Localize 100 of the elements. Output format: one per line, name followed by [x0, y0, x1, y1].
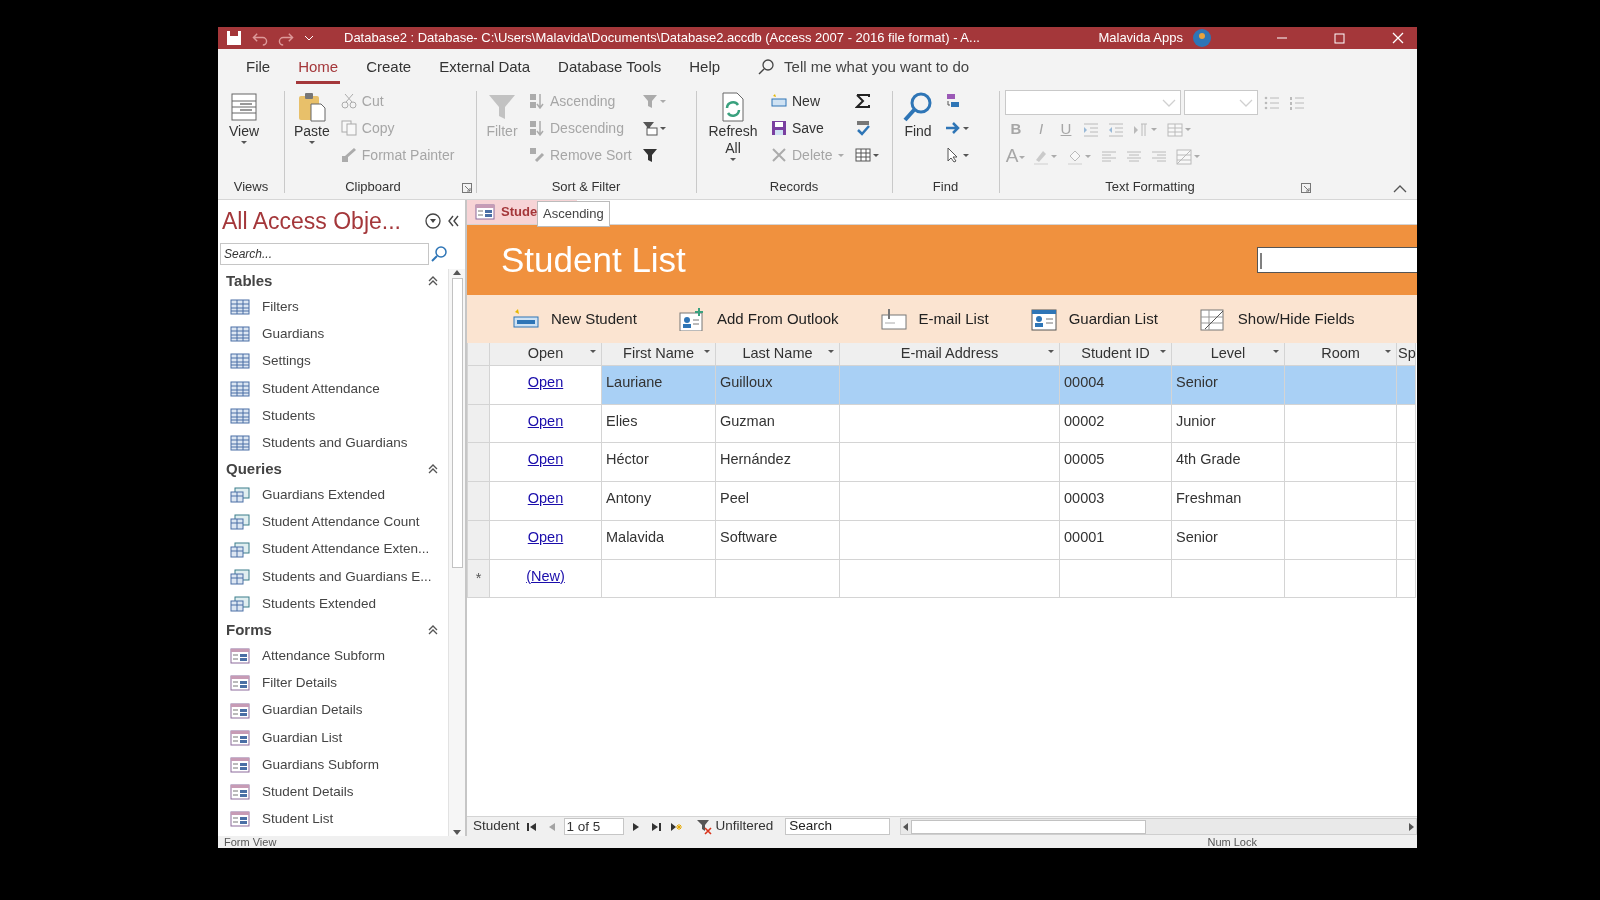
contact-card-icon: [678, 307, 705, 331]
menu-tab[interactable]: Help: [675, 51, 735, 83]
nav-item[interactable]: Student Attendance: [218, 375, 448, 403]
search-field[interactable]: [1257, 247, 1417, 273]
nav-item[interactable]: Student List: [218, 805, 448, 833]
column-header[interactable]: Room: [1284, 343, 1397, 366]
nav-item[interactable]: Students and Guardians: [218, 429, 448, 457]
ribbon-button[interactable]: Find: [898, 89, 938, 142]
menu-tab[interactable]: File: [232, 51, 285, 83]
row-selector[interactable]: *: [467, 559, 490, 598]
menu-tab[interactable]: External Data: [425, 51, 545, 83]
tell-me-field[interactable]: Tell me what you want to do: [782, 54, 1043, 80]
open-link[interactable]: Open: [527, 490, 564, 506]
row-selector[interactable]: [467, 481, 490, 521]
ribbon-button[interactable]: Paste: [290, 89, 334, 147]
column-header[interactable]: First Name: [601, 343, 716, 366]
ribbon-button[interactable]: Save: [768, 116, 849, 140]
menu-tab[interactable]: Create: [352, 51, 426, 83]
caret-icon: [307, 139, 316, 145]
section-header[interactable]: Queries: [218, 456, 448, 482]
arrow-icon: [945, 120, 961, 136]
ribbon-button[interactable]: Refresh All: [702, 89, 764, 164]
scrollbar[interactable]: [900, 818, 1417, 835]
column-header[interactable]: E-mail Address: [839, 343, 1060, 366]
scrollbar[interactable]: [448, 268, 465, 836]
filter-button[interactable]: Unfiltered: [693, 816, 776, 836]
nav-item[interactable]: Student Attendance Count: [218, 508, 448, 536]
chevron-icon: [1239, 98, 1253, 107]
nav-item[interactable]: Students Extended: [218, 590, 448, 618]
toolbar-button[interactable]: Show/Hide Fields: [1193, 306, 1361, 332]
new-record-icon: [771, 93, 787, 109]
nav-item[interactable]: Settings: [218, 347, 448, 376]
new-record-icon: [513, 307, 539, 331]
row-selector[interactable]: [467, 404, 490, 443]
new-record-icon: [669, 821, 682, 832]
caret-icon: [1184, 127, 1192, 132]
toolbar-button[interactable]: New Student: [507, 306, 643, 332]
select-all-corner[interactable]: [467, 343, 490, 366]
collapse-icon: [1393, 185, 1407, 193]
nav-item[interactable]: Filter Details: [218, 669, 448, 697]
arrow-down-icon: [452, 829, 462, 836]
menu-tab[interactable]: Home: [284, 51, 353, 83]
open-link[interactable]: Open: [527, 373, 564, 390]
form-icon: [230, 648, 250, 665]
toolbar-button[interactable]: E-mail List: [874, 306, 995, 332]
row-selector[interactable]: [467, 520, 490, 559]
query-icon: [230, 514, 250, 531]
section-header[interactable]: Tables: [218, 268, 448, 294]
column-header[interactable]: Sp: [1396, 343, 1416, 366]
funnel-icon: [641, 147, 658, 163]
toolbar-button[interactable]: Guardian List: [1024, 306, 1164, 332]
tooltip: Ascending: [537, 201, 610, 227]
dropdown-icon: [425, 213, 441, 230]
caret-icon: [729, 156, 737, 162]
group-label: Views: [232, 178, 270, 196]
column-header[interactable]: Open: [489, 343, 602, 366]
nav-item[interactable]: Filters: [218, 293, 448, 321]
row-selector[interactable]: [467, 442, 490, 482]
first-record-icon: [525, 821, 538, 832]
table-icon: [230, 407, 250, 424]
table-cell: Malavida: [601, 520, 716, 559]
caret-icon: [962, 125, 970, 131]
collapse-icon: [447, 214, 459, 229]
ribbon-button[interactable]: New: [768, 89, 849, 113]
open-link[interactable]: Open: [527, 412, 564, 429]
caret-icon: [304, 35, 314, 41]
record-position-field[interactable]: 1 of 5: [563, 818, 624, 835]
column-header[interactable]: Level: [1171, 343, 1285, 366]
table-cell: Senior: [1171, 365, 1285, 404]
nav-item[interactable]: Attendance Subform: [218, 642, 448, 670]
nav-item[interactable]: Guardian Details: [218, 696, 448, 725]
open-link[interactable]: (New): [526, 567, 565, 584]
group-label: Text Formatting: [1104, 178, 1196, 196]
column-header[interactable]: Student ID: [1059, 343, 1172, 366]
toolbar-button[interactable]: Add From Outlook: [672, 306, 845, 332]
open-link[interactable]: Open: [527, 451, 564, 468]
form-icon: [475, 204, 495, 220]
nav-item[interactable]: Guardians Extended: [218, 481, 448, 509]
table-cell: 00001: [1059, 520, 1172, 559]
row-selector[interactable]: [467, 365, 490, 404]
ribbon-button[interactable]: View: [224, 89, 264, 147]
nav-item[interactable]: Guardian List: [218, 724, 448, 752]
nav-item[interactable]: Students: [218, 402, 448, 430]
nav-item[interactable]: Guardians Subform: [218, 751, 448, 779]
nav-item[interactable]: Students and Guardians E...: [218, 563, 448, 591]
nav-item[interactable]: Student Attendance Exten...: [218, 536, 448, 564]
nav-item[interactable]: Guardians: [218, 320, 448, 348]
arrow-right-icon: [1406, 821, 1416, 832]
search-icon: [431, 245, 447, 262]
column-header[interactable]: Last Name: [715, 343, 840, 366]
table-cell: 00004: [1059, 365, 1172, 404]
caret-icon: [240, 139, 248, 145]
open-link[interactable]: Open: [527, 528, 564, 545]
menu-tab[interactable]: Database Tools: [544, 51, 676, 83]
section-header[interactable]: Forms: [218, 617, 448, 643]
table-cell: 00003: [1059, 481, 1172, 521]
nav-item[interactable]: Student Details: [218, 778, 448, 806]
caret-icon: [872, 152, 881, 158]
chevron-icon: [1162, 98, 1176, 107]
form-icon: [230, 729, 250, 746]
